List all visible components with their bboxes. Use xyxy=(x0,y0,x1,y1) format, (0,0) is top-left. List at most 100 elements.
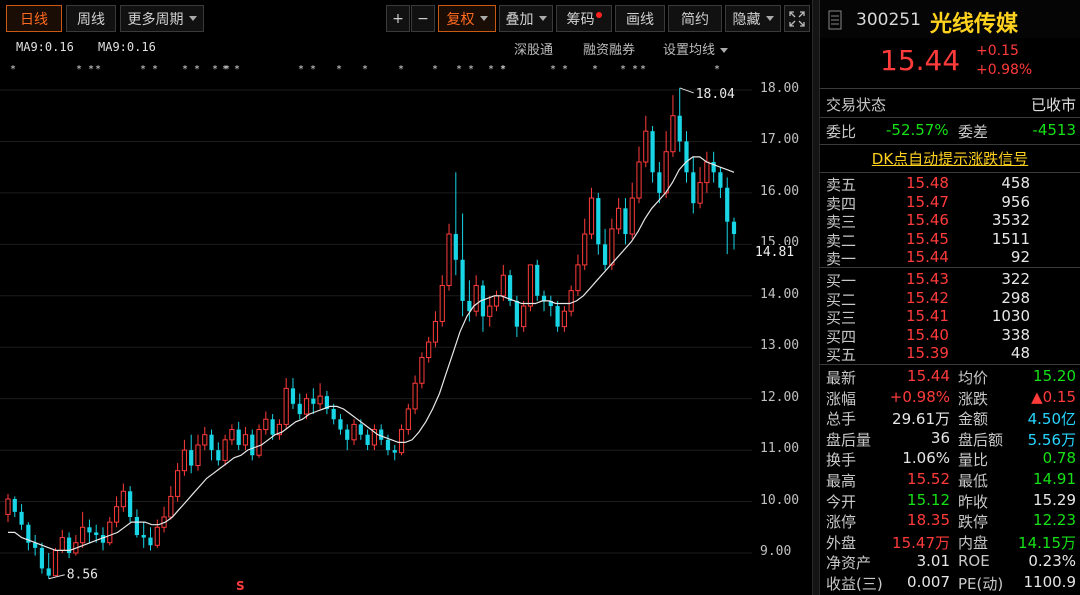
bid-label: 买五 xyxy=(826,346,857,364)
bid-volume: 1030 xyxy=(991,307,1030,325)
candle-down xyxy=(460,259,465,301)
candle-down xyxy=(691,172,696,204)
stat-label: 总手 xyxy=(826,410,857,429)
divider xyxy=(820,172,1080,173)
bid-price: 15.39 xyxy=(906,344,949,362)
ask-row[interactable]: 卖一 15.44 92 xyxy=(820,248,1080,269)
candle-down xyxy=(216,450,221,461)
candle-down xyxy=(677,115,682,142)
stat-value: 4.50亿 xyxy=(1027,410,1076,429)
candle-up xyxy=(426,341,432,359)
bid-price: 15.40 xyxy=(906,325,949,344)
stat-value: 15.29 xyxy=(1033,490,1076,509)
candle-up xyxy=(202,434,208,446)
candlestick-chart[interactable]: 18.04 8.56 S xyxy=(0,0,812,595)
candle-down xyxy=(514,300,519,327)
divider xyxy=(820,117,1080,118)
candle-up xyxy=(80,526,86,544)
candle-up xyxy=(181,449,188,472)
candle-down xyxy=(555,306,560,327)
candle-down xyxy=(392,450,397,453)
price-tick-label: 10.00 xyxy=(760,492,800,508)
stat-value: 14.91 xyxy=(1033,470,1076,488)
stat-label: 盘后额 xyxy=(958,430,1004,449)
candle-up xyxy=(588,197,595,235)
stat-row: 总手 29.61万 金额 4.50亿 xyxy=(820,408,1080,429)
weicha-label: 委差 xyxy=(958,123,989,141)
price-change: +0.15 xyxy=(976,43,1019,59)
stat-row: 最高 15.52 最低 14.91 xyxy=(820,470,1080,491)
candle-up xyxy=(616,207,622,230)
stat-row: 涨停 18.35 跌停 12.23 xyxy=(820,511,1080,532)
stat-value: 3.01 xyxy=(916,552,950,571)
panel-divider[interactable] xyxy=(812,0,820,595)
candle-down xyxy=(128,491,133,517)
candle-down xyxy=(19,511,24,525)
stat-row: 盘后量 36 盘后额 5.56万 xyxy=(820,429,1080,450)
candle-up xyxy=(432,321,439,343)
stat-label: 跌停 xyxy=(958,513,989,532)
stat-row: 最新 15.44 均价 15.20 xyxy=(820,367,1080,388)
stat-row: 涨幅 +0.98% 涨跌 ▲0.15 xyxy=(820,388,1080,409)
candle-down xyxy=(209,434,214,451)
weibi-label: 委比 xyxy=(826,123,857,141)
candle-up xyxy=(256,429,262,456)
candle-up xyxy=(107,521,113,544)
candle-down xyxy=(331,408,336,420)
candle-down xyxy=(148,537,153,546)
stat-value: 1100.9 xyxy=(1023,573,1077,591)
price-tick-label: 12.00 xyxy=(760,389,800,405)
price-tick-label: 11.00 xyxy=(760,441,800,457)
stat-label: 均价 xyxy=(958,369,989,387)
menu-list-icon[interactable] xyxy=(828,10,842,30)
candle-down xyxy=(87,527,92,533)
candle-up xyxy=(663,151,669,194)
candle-up xyxy=(575,264,581,292)
low-price-label: 8.56 xyxy=(67,568,98,583)
ask-price: 15.46 xyxy=(906,211,949,229)
candle-up xyxy=(351,423,357,441)
candle-down xyxy=(731,221,737,235)
candle-up xyxy=(303,398,310,415)
ask-volume: 956 xyxy=(1001,192,1030,211)
weicha-value: -4513 xyxy=(1032,121,1076,139)
stat-label: 金额 xyxy=(958,410,989,429)
stat-value: 5.56万 xyxy=(1027,430,1076,449)
candle-down xyxy=(141,534,146,538)
candle-up xyxy=(59,537,65,551)
bid-volume: 48 xyxy=(1010,344,1030,362)
stat-label: PE(动) xyxy=(958,575,1004,593)
stat-label: 外盘 xyxy=(826,533,857,552)
candle-down xyxy=(650,131,655,173)
candle-up xyxy=(561,310,567,328)
quote-header: 300251 光线传媒 xyxy=(820,0,1080,38)
stat-value: 18.35 xyxy=(907,511,950,530)
candle-up xyxy=(283,387,289,425)
candle-down xyxy=(290,388,296,404)
candle-up xyxy=(154,526,160,546)
candle-up xyxy=(317,395,323,405)
candle-up xyxy=(670,115,676,153)
bid-price: 15.42 xyxy=(906,288,949,307)
candle-up xyxy=(175,470,181,497)
candle-up xyxy=(222,439,228,461)
stat-value: 15.12 xyxy=(907,490,950,509)
candle-down xyxy=(12,498,17,512)
price-tick-label: 13.00 xyxy=(760,338,800,354)
dk-signal-link[interactable]: DK点自动提示涨跌信号 xyxy=(872,150,1028,168)
bid-row[interactable]: 买五 15.39 48 xyxy=(820,344,1080,365)
candle-up xyxy=(263,418,269,431)
stat-value: ▲0.15 xyxy=(1031,387,1076,406)
candle-up xyxy=(419,357,425,384)
stat-row: 外盘 15.47万 内盘 14.15万 xyxy=(820,532,1080,553)
stat-label: 内盘 xyxy=(958,533,989,552)
stat-label: 收益(三) xyxy=(826,575,883,593)
price-tick-label: 16.00 xyxy=(760,183,800,199)
candle-down xyxy=(250,434,255,456)
candle-down xyxy=(379,429,384,440)
divider xyxy=(820,88,1080,89)
candle-up xyxy=(568,290,574,312)
candle-down xyxy=(623,208,628,235)
stat-label: 涨跌 xyxy=(958,389,989,408)
divider xyxy=(820,364,1080,365)
